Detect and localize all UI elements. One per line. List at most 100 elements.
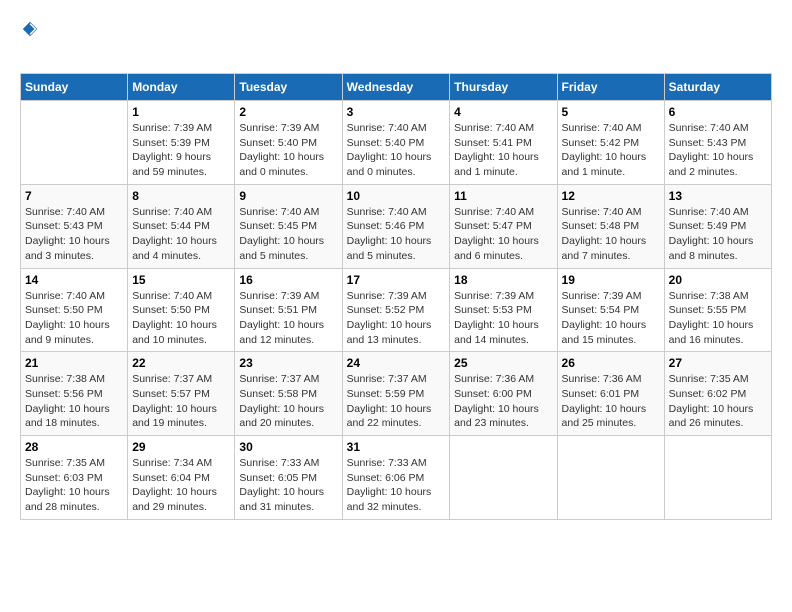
calendar-cell: 22Sunrise: 7:37 AM Sunset: 5:57 PM Dayli… xyxy=(128,352,235,436)
calendar-week-row: 14 Sunrise: 7:40 AM Sunset: 5:50 PM Dayli… xyxy=(21,268,772,352)
calendar-cell: 30 Sunrise: 7:33 AM Sunset: 6:05 PM Dayli… xyxy=(235,436,342,520)
logo-text xyxy=(20,20,39,63)
day-number: 3 xyxy=(347,105,446,119)
calendar-cell: 24 Sunrise: 7:37 AM Sunset: 5:59 PM Dayli… xyxy=(342,352,450,436)
day-number: 5 xyxy=(562,105,660,119)
day-number: 6 xyxy=(669,105,767,119)
calendar-cell xyxy=(21,101,128,185)
calendar-cell xyxy=(450,436,557,520)
calendar-cell: 26 Sunrise: 7:36 AM Sunset: 6:01 PM Dayli… xyxy=(557,352,664,436)
calendar-cell: 14 Sunrise: 7:40 AM Sunset: 5:50 PM Dayli… xyxy=(21,268,128,352)
calendar-week-row: 21 Sunrise: 7:38 AM Sunset: 5:56 PM Dayli… xyxy=(21,352,772,436)
day-info: Sunrise: 7:37 AM Sunset: 5:57 PM Dayligh… xyxy=(132,372,230,431)
day-info: Sunrise: 7:38 AM Sunset: 5:56 PM Dayligh… xyxy=(25,372,123,431)
calendar-cell: 2 Sunrise: 7:39 AM Sunset: 5:40 PM Daylig… xyxy=(235,101,342,185)
day-info: Sunrise: 7:40 AM Sunset: 5:40 PM Dayligh… xyxy=(347,121,446,180)
calendar-cell xyxy=(664,436,771,520)
day-info: Sunrise: 7:40 AM Sunset: 5:48 PM Dayligh… xyxy=(562,205,660,264)
calendar-cell: 12 Sunrise: 7:40 AM Sunset: 5:48 PM Dayli… xyxy=(557,184,664,268)
day-info: Sunrise: 7:35 AM Sunset: 6:03 PM Dayligh… xyxy=(25,456,123,515)
calendar-table: SundayMondayTuesdayWednesdayThursdayFrid… xyxy=(20,73,772,520)
calendar-cell: 13 Sunrise: 7:40 AM Sunset: 5:49 PM Dayli… xyxy=(664,184,771,268)
day-info: Sunrise: 7:40 AM Sunset: 5:46 PM Dayligh… xyxy=(347,205,446,264)
calendar-cell: 11Sunrise: 7:40 AM Sunset: 5:47 PM Dayli… xyxy=(450,184,557,268)
day-number: 27 xyxy=(669,356,767,370)
day-number: 8 xyxy=(132,189,230,203)
calendar-cell: 18 Sunrise: 7:39 AM Sunset: 5:53 PM Dayli… xyxy=(450,268,557,352)
calendar-cell: 25 Sunrise: 7:36 AM Sunset: 6:00 PM Dayli… xyxy=(450,352,557,436)
calendar-cell: 10 Sunrise: 7:40 AM Sunset: 5:46 PM Dayli… xyxy=(342,184,450,268)
day-number: 9 xyxy=(239,189,337,203)
day-info: Sunrise: 7:39 AM Sunset: 5:52 PM Dayligh… xyxy=(347,289,446,348)
day-number: 21 xyxy=(25,356,123,370)
weekday-header-friday: Friday xyxy=(557,74,664,101)
calendar-cell: 20Sunrise: 7:38 AM Sunset: 5:55 PM Dayli… xyxy=(664,268,771,352)
calendar-cell: 1 Sunrise: 7:39 AM Sunset: 5:39 PM Daylig… xyxy=(128,101,235,185)
day-info: Sunrise: 7:40 AM Sunset: 5:49 PM Dayligh… xyxy=(669,205,767,264)
day-info: Sunrise: 7:35 AM Sunset: 6:02 PM Dayligh… xyxy=(669,372,767,431)
day-info: Sunrise: 7:40 AM Sunset: 5:44 PM Dayligh… xyxy=(132,205,230,264)
calendar-cell: 31Sunrise: 7:33 AM Sunset: 6:06 PM Dayli… xyxy=(342,436,450,520)
day-number: 20 xyxy=(669,273,767,287)
day-number: 14 xyxy=(25,273,123,287)
day-info: Sunrise: 7:40 AM Sunset: 5:41 PM Dayligh… xyxy=(454,121,552,180)
day-info: Sunrise: 7:36 AM Sunset: 6:01 PM Dayligh… xyxy=(562,372,660,431)
calendar-cell: 8 Sunrise: 7:40 AM Sunset: 5:44 PM Daylig… xyxy=(128,184,235,268)
day-info: Sunrise: 7:33 AM Sunset: 6:06 PM Dayligh… xyxy=(347,456,446,515)
day-number: 23 xyxy=(239,356,337,370)
day-number: 28 xyxy=(25,440,123,454)
day-number: 10 xyxy=(347,189,446,203)
day-number: 15 xyxy=(132,273,230,287)
calendar-cell: 27 Sunrise: 7:35 AM Sunset: 6:02 PM Dayli… xyxy=(664,352,771,436)
day-info: Sunrise: 7:34 AM Sunset: 6:04 PM Dayligh… xyxy=(132,456,230,515)
day-info: Sunrise: 7:33 AM Sunset: 6:05 PM Dayligh… xyxy=(239,456,337,515)
day-info: Sunrise: 7:40 AM Sunset: 5:42 PM Dayligh… xyxy=(562,121,660,180)
logo-icon xyxy=(21,20,39,38)
calendar-cell: 23 Sunrise: 7:37 AM Sunset: 5:58 PM Dayli… xyxy=(235,352,342,436)
day-number: 7 xyxy=(25,189,123,203)
logo xyxy=(20,20,39,63)
calendar-cell: 6 Sunrise: 7:40 AM Sunset: 5:43 PM Daylig… xyxy=(664,101,771,185)
day-number: 30 xyxy=(239,440,337,454)
day-info: Sunrise: 7:40 AM Sunset: 5:50 PM Dayligh… xyxy=(25,289,123,348)
day-info: Sunrise: 7:39 AM Sunset: 5:40 PM Dayligh… xyxy=(239,121,337,180)
day-info: Sunrise: 7:37 AM Sunset: 5:59 PM Dayligh… xyxy=(347,372,446,431)
day-number: 18 xyxy=(454,273,552,287)
day-info: Sunrise: 7:39 AM Sunset: 5:39 PM Dayligh… xyxy=(132,121,230,180)
day-info: Sunrise: 7:40 AM Sunset: 5:47 PM Dayligh… xyxy=(454,205,552,264)
day-number: 17 xyxy=(347,273,446,287)
weekday-header-monday: Monday xyxy=(128,74,235,101)
day-number: 29 xyxy=(132,440,230,454)
day-info: Sunrise: 7:36 AM Sunset: 6:00 PM Dayligh… xyxy=(454,372,552,431)
day-info: Sunrise: 7:39 AM Sunset: 5:51 PM Dayligh… xyxy=(239,289,337,348)
calendar-cell: 28 Sunrise: 7:35 AM Sunset: 6:03 PM Dayli… xyxy=(21,436,128,520)
day-number: 1 xyxy=(132,105,230,119)
calendar-cell: 4 Sunrise: 7:40 AM Sunset: 5:41 PM Daylig… xyxy=(450,101,557,185)
day-info: Sunrise: 7:40 AM Sunset: 5:43 PM Dayligh… xyxy=(669,121,767,180)
calendar-cell: 16Sunrise: 7:39 AM Sunset: 5:51 PM Dayli… xyxy=(235,268,342,352)
day-number: 4 xyxy=(454,105,552,119)
calendar-cell: 15 Sunrise: 7:40 AM Sunset: 5:50 PM Dayli… xyxy=(128,268,235,352)
day-number: 13 xyxy=(669,189,767,203)
day-info: Sunrise: 7:40 AM Sunset: 5:50 PM Dayligh… xyxy=(132,289,230,348)
day-number: 24 xyxy=(347,356,446,370)
calendar-header-row: SundayMondayTuesdayWednesdayThursdayFrid… xyxy=(21,74,772,101)
day-number: 25 xyxy=(454,356,552,370)
weekday-header-thursday: Thursday xyxy=(450,74,557,101)
page-header xyxy=(20,20,772,63)
day-info: Sunrise: 7:37 AM Sunset: 5:58 PM Dayligh… xyxy=(239,372,337,431)
calendar-cell: 7Sunrise: 7:40 AM Sunset: 5:43 PM Daylig… xyxy=(21,184,128,268)
day-info: Sunrise: 7:39 AM Sunset: 5:53 PM Dayligh… xyxy=(454,289,552,348)
calendar-cell: 5 Sunrise: 7:40 AM Sunset: 5:42 PM Daylig… xyxy=(557,101,664,185)
day-number: 2 xyxy=(239,105,337,119)
calendar-cell: 9 Sunrise: 7:40 AM Sunset: 5:45 PM Daylig… xyxy=(235,184,342,268)
day-number: 12 xyxy=(562,189,660,203)
calendar-cell: 29 Sunrise: 7:34 AM Sunset: 6:04 PM Dayli… xyxy=(128,436,235,520)
calendar-week-row: 1 Sunrise: 7:39 AM Sunset: 5:39 PM Daylig… xyxy=(21,101,772,185)
calendar-cell xyxy=(557,436,664,520)
day-info: Sunrise: 7:40 AM Sunset: 5:45 PM Dayligh… xyxy=(239,205,337,264)
calendar-cell: 21 Sunrise: 7:38 AM Sunset: 5:56 PM Dayli… xyxy=(21,352,128,436)
day-number: 26 xyxy=(562,356,660,370)
weekday-header-wednesday: Wednesday xyxy=(342,74,450,101)
day-info: Sunrise: 7:39 AM Sunset: 5:54 PM Dayligh… xyxy=(562,289,660,348)
